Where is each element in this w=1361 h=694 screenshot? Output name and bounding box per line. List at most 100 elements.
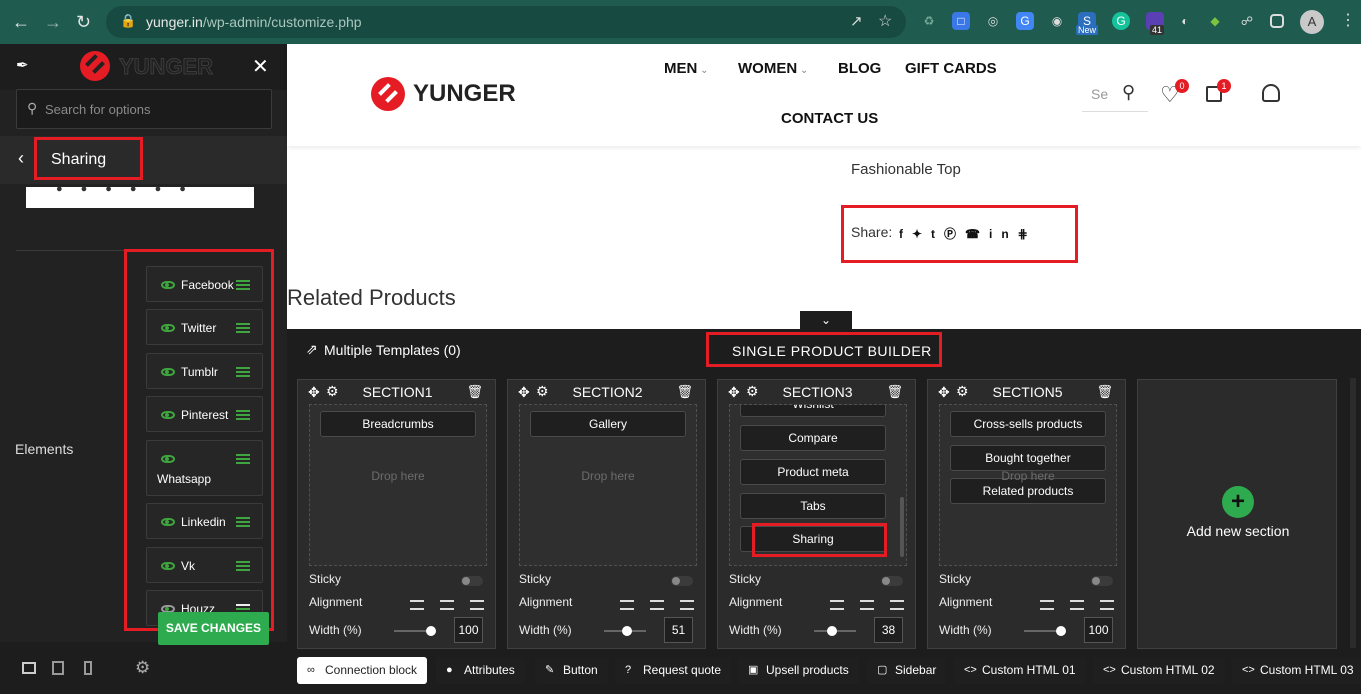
share-page-icon[interactable]: ↗ — [850, 12, 863, 30]
add-new-section-card[interactable]: + Add new section — [1137, 379, 1337, 649]
search-icon[interactable]: ⚲ — [1122, 82, 1135, 103]
menu-item-men[interactable]: MEN ⌄ — [664, 60, 709, 77]
drag-handle-icon[interactable] — [236, 280, 250, 290]
block-upsell-products[interactable]: ▣ Upsell products — [738, 657, 859, 684]
site-logo-text[interactable]: YUNGER — [413, 80, 516, 108]
width-input[interactable]: 100 — [1084, 617, 1113, 643]
drag-handle-icon[interactable] — [236, 323, 250, 333]
width-input[interactable]: 38 — [874, 617, 903, 643]
align-center-icon[interactable] — [440, 600, 454, 610]
block-breadcrumbs[interactable]: Breadcrumbs — [320, 411, 476, 437]
align-center-icon[interactable] — [1070, 600, 1084, 610]
grammarly-icon[interactable]: G — [1112, 12, 1130, 30]
address-bar[interactable]: 🔒 yunger.in/wp-admin/customize.php ↗ ☆ — [106, 6, 906, 38]
eye-icon[interactable] — [161, 281, 175, 289]
tablet-icon[interactable] — [52, 661, 64, 675]
align-right-icon[interactable] — [1100, 600, 1114, 610]
drag-handle-icon[interactable] — [236, 517, 250, 527]
multiple-templates-link[interactable]: Multiple Templates (0) — [324, 342, 461, 358]
block-compare[interactable]: Compare — [740, 425, 886, 451]
width-input[interactable]: 51 — [664, 617, 693, 643]
element-vk[interactable]: Vk — [146, 547, 263, 583]
eye-icon[interactable] — [161, 455, 175, 463]
more-menu-icon[interactable]: ⋮ — [1340, 10, 1356, 30]
sticky-toggle[interactable] — [461, 576, 483, 586]
block-custom-html-03[interactable]: <> Custom HTML 03 — [1232, 657, 1361, 684]
menu-item-women[interactable]: WOMEN ⌄ — [738, 60, 808, 77]
close-icon[interactable]: ✕ — [252, 54, 269, 79]
back-chevron-icon[interactable]: ‹ — [18, 148, 24, 169]
save-changes-button[interactable]: SAVE CHANGES — [158, 612, 269, 645]
back-icon[interactable]: ← — [12, 12, 30, 32]
block-cross-sells[interactable]: Cross-sells products — [950, 411, 1106, 437]
block-custom-html-02[interactable]: <> Custom HTML 02 — [1093, 657, 1225, 684]
side-panel-icon[interactable] — [1270, 14, 1284, 28]
bookmark-star-icon[interactable]: ☆ — [878, 11, 892, 31]
share-social-icons[interactable]: f✦tⓅ☎in⋕ — [899, 225, 1037, 242]
align-right-icon[interactable] — [680, 600, 694, 610]
slider-knob[interactable] — [622, 626, 632, 636]
eye-icon[interactable] — [161, 518, 175, 526]
profile-avatar[interactable]: A — [1300, 10, 1324, 34]
pin-icon[interactable]: ✒ — [16, 56, 29, 74]
element-pinterest[interactable]: Pinterest — [146, 396, 263, 432]
menu-item-gift-cards[interactable]: GIFT CARDS — [905, 60, 997, 77]
sticky-toggle[interactable] — [671, 576, 693, 586]
slider-knob[interactable] — [827, 626, 837, 636]
align-left-icon[interactable] — [410, 600, 424, 610]
element-facebook[interactable]: Facebook — [146, 266, 263, 302]
element-twitter[interactable]: Twitter — [146, 309, 263, 345]
extension-green-icon[interactable]: ◆ — [1206, 12, 1224, 30]
block-custom-html-01[interactable]: <> Custom HTML 01 — [954, 657, 1086, 684]
menu-item-blog[interactable]: BLOG — [838, 60, 881, 77]
settings-gear-icon[interactable]: ⚙ — [135, 658, 150, 678]
account-icon[interactable] — [1262, 84, 1280, 102]
camera-icon[interactable]: ◉ — [1048, 12, 1066, 30]
trash-icon[interactable]: 🗑 — [1096, 384, 1113, 400]
width-slider[interactable] — [814, 626, 856, 636]
block-bought-together[interactable]: Bought together — [950, 445, 1106, 471]
element-linkedin[interactable]: Linkedin — [146, 503, 263, 539]
block-sidebar[interactable]: ▢ Sidebar — [867, 657, 947, 684]
docs-icon[interactable]: □ — [952, 12, 970, 30]
drag-handle-icon[interactable] — [236, 454, 250, 464]
sticky-toggle[interactable] — [881, 576, 903, 586]
trash-icon[interactable]: 🗑 — [466, 384, 483, 400]
collapse-builder-toggle[interactable]: ⌄ — [800, 311, 852, 329]
site-search-input[interactable]: Se ⚲ — [1082, 80, 1148, 112]
plus-icon[interactable]: + — [1222, 486, 1254, 518]
forward-icon[interactable]: → — [44, 12, 62, 32]
sticky-toggle[interactable] — [1091, 576, 1113, 586]
translate-icon[interactable]: G — [1016, 12, 1034, 30]
section-dropzone[interactable]: Cross-sells products Bought together Rel… — [939, 404, 1117, 566]
scrollbar[interactable] — [900, 497, 904, 557]
menu-item-contact-us[interactable]: CONTACT US — [781, 110, 878, 127]
eye-icon[interactable] — [161, 368, 175, 376]
globe-icon[interactable]: ◎ — [984, 12, 1002, 30]
section-dropzone[interactable]: Breadcrumbs Drop here — [309, 404, 487, 566]
align-right-icon[interactable] — [470, 600, 484, 610]
width-input[interactable]: 100 — [454, 617, 483, 643]
moon-icon[interactable]: ◐ — [1176, 12, 1194, 30]
width-slider[interactable] — [604, 626, 646, 636]
block-gallery[interactable]: Gallery — [530, 411, 686, 437]
element-tumblr[interactable]: Tumblr — [146, 353, 263, 389]
drag-handle-icon[interactable] — [236, 561, 250, 571]
align-left-icon[interactable] — [620, 600, 634, 610]
desktop-icon[interactable] — [22, 662, 36, 674]
block-tabs[interactable]: Tabs — [740, 493, 886, 519]
element-whatsapp[interactable]: Whatsapp — [146, 440, 263, 496]
mobile-icon[interactable] — [84, 661, 92, 675]
block-request-quote[interactable]: ? Request quote — [615, 657, 732, 684]
reload-icon[interactable]: ↻ — [76, 12, 91, 32]
align-left-icon[interactable] — [1040, 600, 1054, 610]
block-attributes[interactable]: ● Attributes — [436, 657, 525, 684]
recycle-icon[interactable]: ♻ — [920, 12, 938, 30]
align-center-icon[interactable] — [650, 600, 664, 610]
block-connection[interactable]: ∞ Connection block — [297, 657, 428, 684]
puzzle-icon[interactable]: ☍ — [1238, 12, 1256, 30]
width-slider[interactable] — [1024, 626, 1066, 636]
align-center-icon[interactable] — [860, 600, 874, 610]
builder-scrollbar[interactable] — [1350, 378, 1356, 648]
trash-icon[interactable]: 🗑 — [676, 384, 693, 400]
